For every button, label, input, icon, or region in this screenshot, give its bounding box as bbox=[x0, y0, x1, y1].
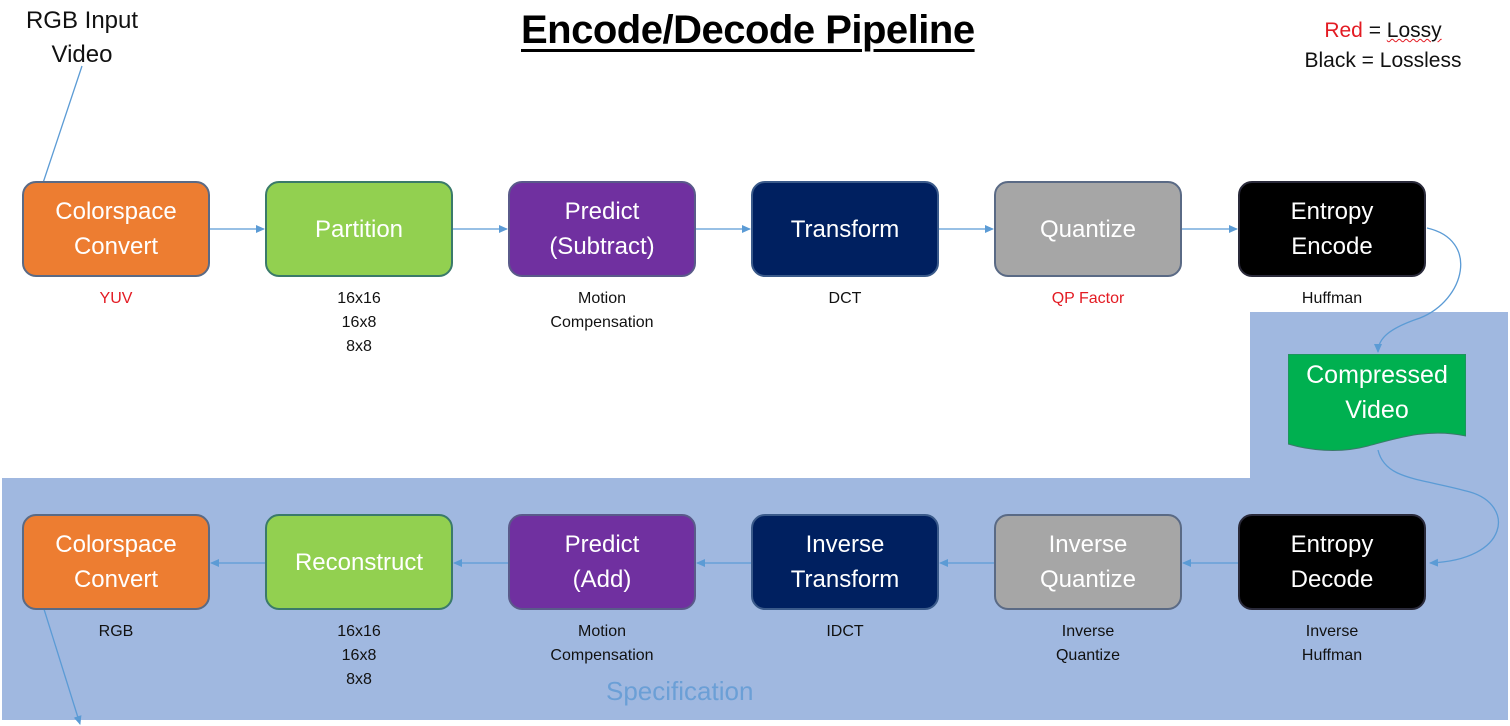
encode-node-label: Predict (Subtract) bbox=[549, 198, 655, 260]
decode-node-0: Colorspace Convert bbox=[22, 514, 210, 610]
decode-node-note: RGB bbox=[98, 623, 134, 640]
legend: Red = Lossy Black = Lossless bbox=[1292, 16, 1474, 76]
decode-node-label: Inverse Transform bbox=[790, 531, 900, 593]
decode-node-note: 16x16 16x8 8x8 bbox=[337, 623, 381, 688]
encode-node-note: DCT bbox=[828, 290, 862, 307]
encode-node-label: Colorspace Convert bbox=[55, 198, 177, 260]
decode-node-label: Predict (Add) bbox=[564, 531, 640, 593]
encode-node-0: Colorspace Convert bbox=[22, 181, 210, 277]
encode-node-4: Quantize bbox=[994, 181, 1182, 277]
legend-red-word: Red bbox=[1324, 19, 1363, 42]
diagram-title: Encode/Decode Pipeline bbox=[521, 8, 975, 52]
decode-node-note: Motion Compensation bbox=[550, 623, 654, 664]
encode-node-label: Quantize bbox=[1039, 215, 1137, 243]
decode-node-2: Predict (Add) bbox=[508, 514, 696, 610]
encode-node-2: Predict (Subtract) bbox=[508, 181, 696, 277]
legend-lossy-word: Lossy bbox=[1386, 19, 1442, 42]
decode-node-label: Reconstruct bbox=[294, 548, 424, 576]
decode-node-5: Entropy Decode bbox=[1238, 514, 1426, 610]
decode-node-1: Reconstruct bbox=[265, 514, 453, 610]
decode-node-note: Inverse Huffman bbox=[1301, 623, 1363, 664]
rgb-input-video-label: RGB Input Video bbox=[25, 7, 139, 68]
decode-node-3: Inverse Transform bbox=[751, 514, 939, 610]
decode-node-label: Colorspace Convert bbox=[55, 531, 177, 593]
decode-node-label: Entropy Decode bbox=[1290, 531, 1374, 593]
compressed-video-label: Compressed Video bbox=[1306, 361, 1448, 424]
legend-lossless: Black = Lossless bbox=[1304, 49, 1462, 72]
encode-node-note: Motion Compensation bbox=[550, 290, 654, 331]
specification-label: Specification bbox=[606, 676, 754, 706]
legend-lossy: Red = Lossy bbox=[1292, 16, 1474, 46]
encode-node-3: Transform bbox=[751, 181, 939, 277]
encode-node-note: 16x16 16x8 8x8 bbox=[337, 290, 381, 355]
encode-node-5: Entropy Encode bbox=[1238, 181, 1426, 277]
encode-node-label: Partition bbox=[314, 215, 404, 243]
encode-node-label: Entropy Encode bbox=[1290, 198, 1374, 260]
decode-node-note: Inverse Quantize bbox=[1055, 623, 1121, 664]
decode-node-4: Inverse Quantize bbox=[994, 514, 1182, 610]
decode-node-label: Inverse Quantize bbox=[1039, 531, 1137, 593]
encode-node-note: QP Factor bbox=[1051, 290, 1125, 307]
encode-node-note: YUV bbox=[99, 290, 133, 307]
decode-node-note: IDCT bbox=[826, 623, 864, 640]
encode-node-1: Partition bbox=[265, 181, 453, 277]
compressed-video-node: Compressed Video bbox=[1288, 354, 1466, 454]
encode-node-label: Transform bbox=[790, 215, 900, 243]
encode-node-note: Huffman bbox=[1301, 290, 1363, 307]
legend-equals: = bbox=[1362, 19, 1387, 42]
